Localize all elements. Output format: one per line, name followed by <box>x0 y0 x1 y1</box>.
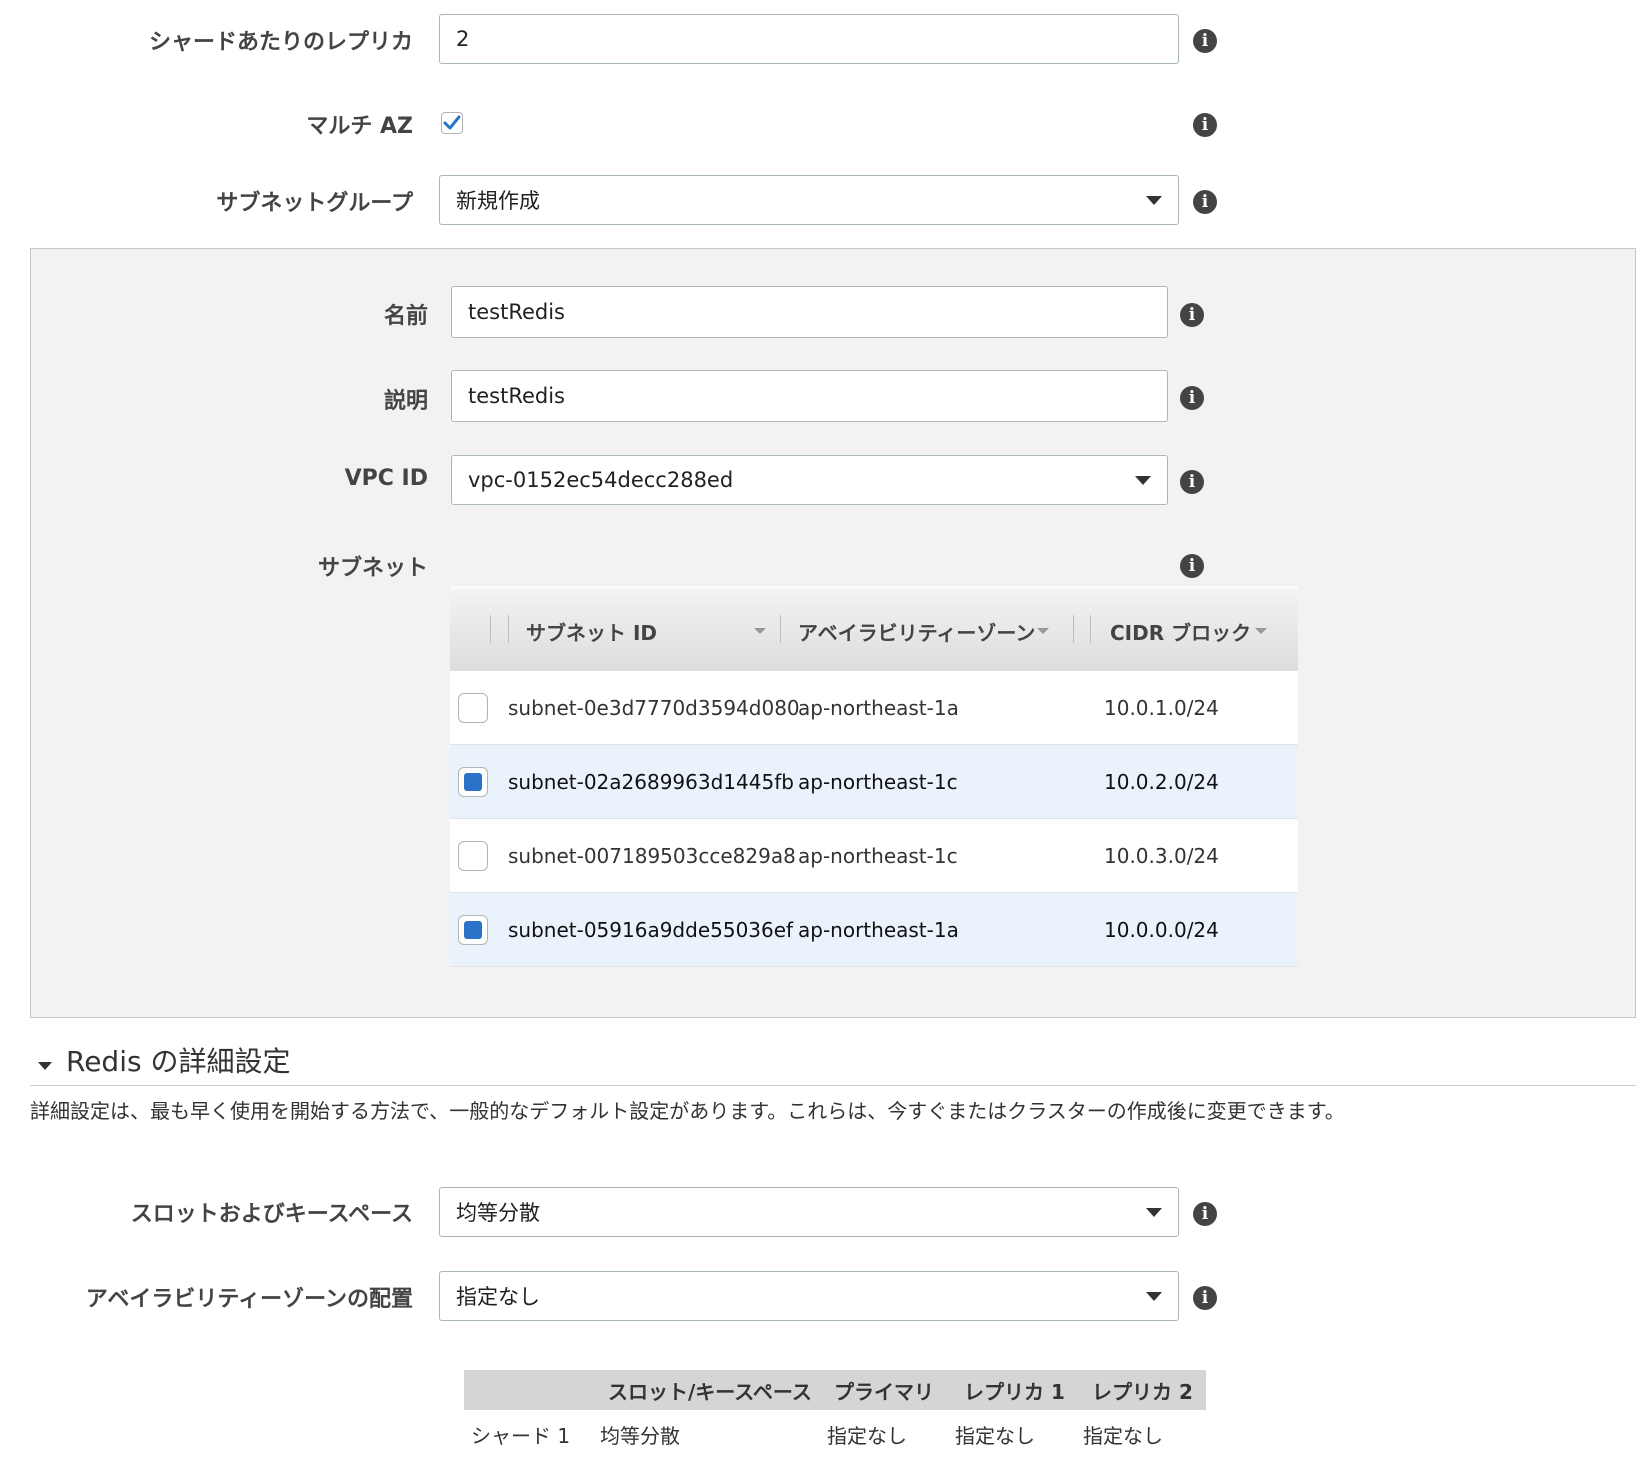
column-divider <box>490 615 491 643</box>
row-checkbox[interactable] <box>458 915 488 945</box>
sort-icon <box>1255 628 1268 634</box>
row-checkbox[interactable] <box>458 767 488 797</box>
subnet-id: subnet-02a2689963d1445fb <box>508 770 794 794</box>
column-divider <box>780 615 781 643</box>
column-divider <box>1073 615 1074 643</box>
distribution-table-header: スロット/キースペース プライマリ レプリカ 1 レプリカ 2 <box>464 1370 1206 1410</box>
row-checkbox[interactable] <box>458 841 488 871</box>
shard-slots: 均等分散 <box>600 1424 680 1448</box>
column-header-primary: プライマリ <box>834 1379 934 1404</box>
name-value: testRedis <box>468 300 566 324</box>
table-row[interactable]: subnet-0e3d7770d3594d080 ap-northeast-1a… <box>450 671 1298 745</box>
subnets-label: サブネット <box>317 556 428 581</box>
vpc-label: VPC ID <box>344 466 428 491</box>
sort-icon <box>754 628 766 634</box>
multi-az-checkbox[interactable] <box>441 112 463 134</box>
description-label: 説明 <box>383 389 428 414</box>
column-header-label: アベイラビリティーゾーン <box>798 620 1036 645</box>
column-header-cidr[interactable]: CIDR ブロック <box>1110 589 1268 673</box>
az-placement-select[interactable]: 指定なし <box>439 1271 1179 1321</box>
column-header-label: サブネット ID <box>526 620 658 645</box>
shard-primary: 指定なし <box>827 1424 907 1448</box>
table-row[interactable]: subnet-05916a9dde55036ef ap-northeast-1a… <box>450 893 1298 967</box>
chevron-down-icon <box>1146 196 1162 205</box>
subnet-cidr: 10.0.1.0/24 <box>1104 696 1219 720</box>
column-header-slots: スロット/キースペース <box>608 1379 812 1404</box>
info-icon[interactable]: i <box>1180 303 1204 327</box>
vpc-select[interactable]: vpc-0152ec54decc288ed <box>451 455 1168 505</box>
info-icon[interactable]: i <box>1180 386 1204 410</box>
az-placement-value: 指定なし <box>456 1285 540 1309</box>
chevron-down-icon <box>1146 1208 1162 1217</box>
column-header-az[interactable]: アベイラビリティーゾーン <box>798 589 1063 673</box>
replicas-input[interactable]: 2 <box>439 14 1179 64</box>
column-header-replica-2: レプリカ 2 <box>1092 1379 1193 1404</box>
chevron-down-icon <box>1146 1292 1162 1301</box>
column-header-subnet-id[interactable]: サブネット ID <box>526 589 766 673</box>
subnet-table-header: サブネット ID アベイラビリティーゾーン CIDR ブロック <box>450 586 1298 674</box>
replicas-value: 2 <box>456 27 470 51</box>
sort-icon <box>1037 628 1050 634</box>
subnet-group-select[interactable]: 新規作成 <box>439 175 1179 225</box>
subnet-id: subnet-0e3d7770d3594d080 <box>508 696 800 720</box>
info-icon[interactable]: i <box>1193 29 1217 53</box>
checkmark-icon <box>443 115 461 130</box>
table-row[interactable]: subnet-007189503cce829a8 ap-northeast-1c… <box>450 819 1298 893</box>
column-header-replica-1: レプリカ 1 <box>964 1379 1065 1404</box>
info-icon[interactable]: i <box>1193 1286 1217 1310</box>
subnet-id: subnet-05916a9dde55036ef <box>508 918 794 942</box>
info-icon[interactable]: i <box>1193 1202 1217 1226</box>
multi-az-label: マルチ AZ <box>306 114 413 139</box>
subnet-az: ap-northeast-1a <box>798 918 959 942</box>
column-divider <box>1090 615 1091 643</box>
subnet-group-label: サブネットグループ <box>216 191 413 216</box>
name-label: 名前 <box>383 304 428 329</box>
info-icon[interactable]: i <box>1193 190 1217 214</box>
subnet-id: subnet-007189503cce829a8 <box>508 844 796 868</box>
shard-replica-1: 指定なし <box>955 1424 1035 1448</box>
slots-label: スロットおよびキースペース <box>130 1202 413 1227</box>
section-divider <box>30 1085 1636 1086</box>
subnet-group-value: 新規作成 <box>456 189 540 213</box>
chevron-down-icon <box>1135 476 1151 485</box>
vpc-value: vpc-0152ec54decc288ed <box>468 468 734 492</box>
description-value: testRedis <box>468 384 566 408</box>
name-input[interactable]: testRedis <box>451 286 1168 338</box>
info-icon[interactable]: i <box>1193 113 1217 137</box>
slots-select[interactable]: 均等分散 <box>439 1187 1179 1237</box>
section-title[interactable]: Redis の詳細設定 <box>66 1040 290 1080</box>
slots-value: 均等分散 <box>456 1201 540 1225</box>
subnet-az: ap-northeast-1a <box>798 696 959 720</box>
subnet-cidr: 10.0.2.0/24 <box>1104 770 1219 794</box>
collapse-toggle-icon[interactable] <box>38 1062 52 1070</box>
description-input[interactable]: testRedis <box>451 370 1168 422</box>
shard-replica-2: 指定なし <box>1083 1424 1163 1448</box>
section-description: 詳細設定は、最も早く使用を開始する方法で、一般的なデフォルト設定があります。これ… <box>30 1099 1345 1123</box>
az-placement-label: アベイラビリティーゾーンの配置 <box>85 1287 413 1312</box>
table-row[interactable]: subnet-02a2689963d1445fb ap-northeast-1c… <box>450 745 1298 819</box>
subnet-cidr: 10.0.0.0/24 <box>1104 918 1219 942</box>
subnet-az: ap-northeast-1c <box>798 844 958 868</box>
info-icon[interactable]: i <box>1180 554 1204 578</box>
replicas-label: シャードあたりのレプリカ <box>148 30 413 55</box>
column-divider <box>508 615 509 643</box>
subnet-az: ap-northeast-1c <box>798 770 958 794</box>
column-header-label: CIDR ブロック <box>1110 620 1252 645</box>
shard-label: シャード 1 <box>471 1424 571 1448</box>
info-icon[interactable]: i <box>1180 470 1204 494</box>
subnet-cidr: 10.0.3.0/24 <box>1104 844 1219 868</box>
row-checkbox[interactable] <box>458 693 488 723</box>
